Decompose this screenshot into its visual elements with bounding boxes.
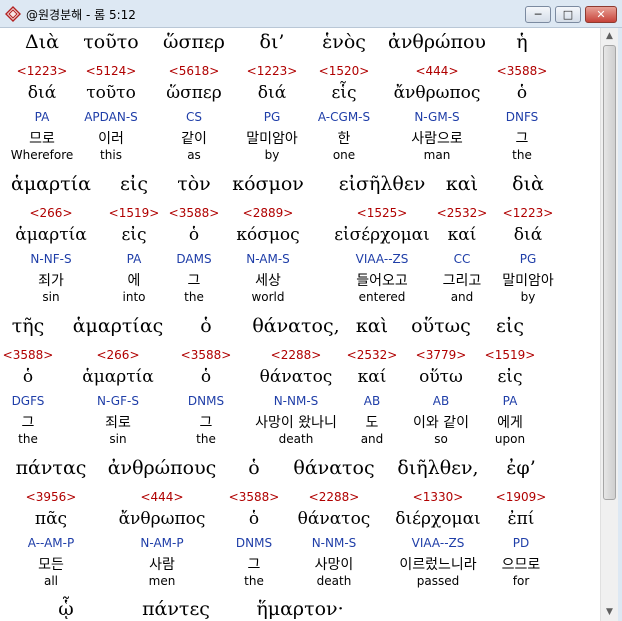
word-num: <1519> — [484, 348, 536, 362]
word-greek[interactable]: ἡ — [457, 31, 587, 53]
word-parse: PA — [502, 394, 518, 408]
vertical-scrollbar[interactable]: ▲ ▼ — [600, 28, 618, 621]
word-english: the — [512, 148, 532, 162]
word-korean: 그 — [515, 131, 529, 147]
window-title: @원경분해 - 롬 5:12 — [26, 8, 136, 22]
word-num: <2889> — [242, 206, 294, 220]
word-greek[interactable]: ἐφ’ — [456, 457, 586, 479]
word-lemma: εἰς — [497, 367, 523, 387]
title-bar[interactable]: @원경분해 - 롬 5:12 ─ □ ✕ — [0, 0, 622, 28]
scroll-down-arrow-icon[interactable]: ▼ — [601, 604, 618, 621]
scroll-up-arrow-icon[interactable]: ▲ — [601, 28, 618, 45]
word-korean: 세상 — [255, 273, 281, 289]
word-parse: DNFS — [505, 110, 539, 124]
word-english: for — [512, 574, 530, 588]
word-num: <1223> — [502, 206, 554, 220]
word-english: by — [520, 290, 536, 304]
maximize-button[interactable]: □ — [555, 6, 581, 23]
word-greek[interactable]: ἥμαρτον· — [235, 598, 365, 620]
diamond-app-icon[interactable] — [5, 6, 21, 22]
word-english: world — [251, 290, 285, 304]
word-greek[interactable]: πάντες — [111, 598, 241, 620]
close-icon: ✕ — [596, 8, 606, 21]
word-lemma: ὁ — [516, 83, 528, 103]
scrollbar-thumb[interactable] — [603, 45, 616, 500]
word-lemma: ἐπί — [507, 509, 535, 529]
word-korean: 에게 — [497, 415, 523, 431]
interlinear-content[interactable]: Διὰ <1223> διά PA 므로 Wherefore τοῦτο <5124> τοῦτ… — [0, 28, 600, 621]
minimize-icon: ─ — [534, 8, 542, 21]
interlinear-window: @원경분해 - 롬 5:12 ─ □ ✕ Διὰ <1223> διά PA 므로 Whe… — [0, 0, 622, 621]
maximize-icon: □ — [562, 8, 574, 21]
close-button[interactable]: ✕ — [585, 6, 617, 23]
minimize-button[interactable]: ─ — [525, 6, 551, 23]
word-korean: 말미암아 — [502, 273, 554, 289]
word-english: upon — [494, 432, 526, 446]
word-greek[interactable]: κόσμον — [203, 173, 333, 195]
word-greek[interactable]: εἰς — [445, 315, 575, 337]
word-greek[interactable]: διὰ — [463, 173, 593, 195]
window-frame-right — [618, 28, 622, 621]
word-parse: PD — [512, 536, 530, 550]
word-korean: 으므로 — [501, 557, 541, 573]
word-num: <1909> — [495, 490, 547, 504]
word-lemma: κόσμος — [236, 225, 300, 245]
word-lemma: διά — [513, 225, 543, 245]
word-parse: N-AM-S — [246, 252, 290, 266]
word-num: <3588> — [496, 64, 548, 78]
word-parse: PG — [519, 252, 537, 266]
